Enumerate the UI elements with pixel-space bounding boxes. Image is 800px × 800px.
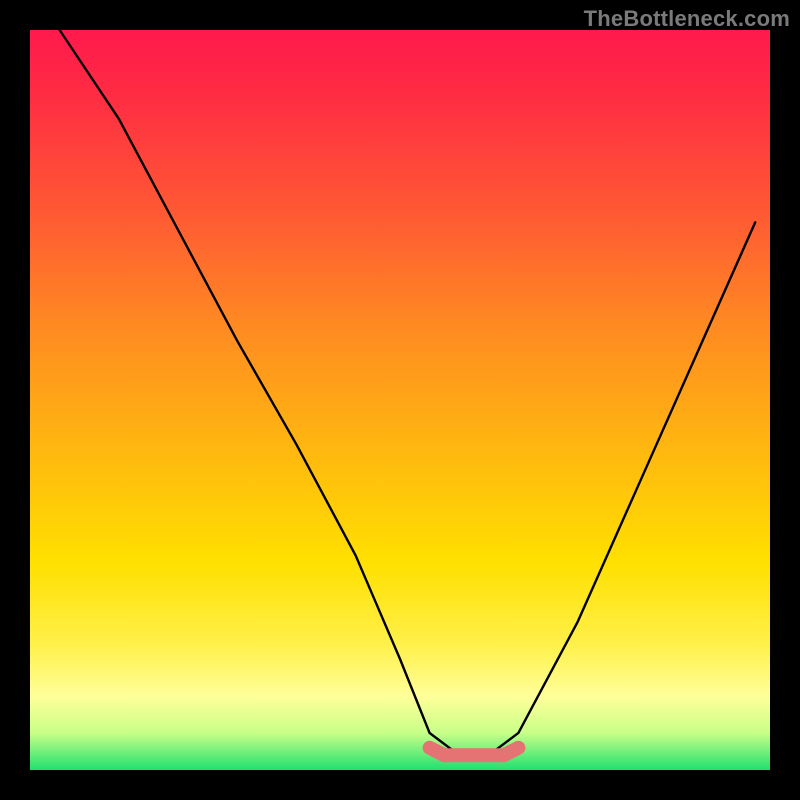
watermark-text: TheBottleneck.com bbox=[584, 6, 790, 32]
chart-frame: TheBottleneck.com bbox=[0, 0, 800, 800]
chart-svg bbox=[30, 30, 770, 770]
flat-highlight-line bbox=[430, 748, 519, 755]
plot-area bbox=[30, 30, 770, 770]
bottleneck-curve bbox=[60, 30, 756, 755]
